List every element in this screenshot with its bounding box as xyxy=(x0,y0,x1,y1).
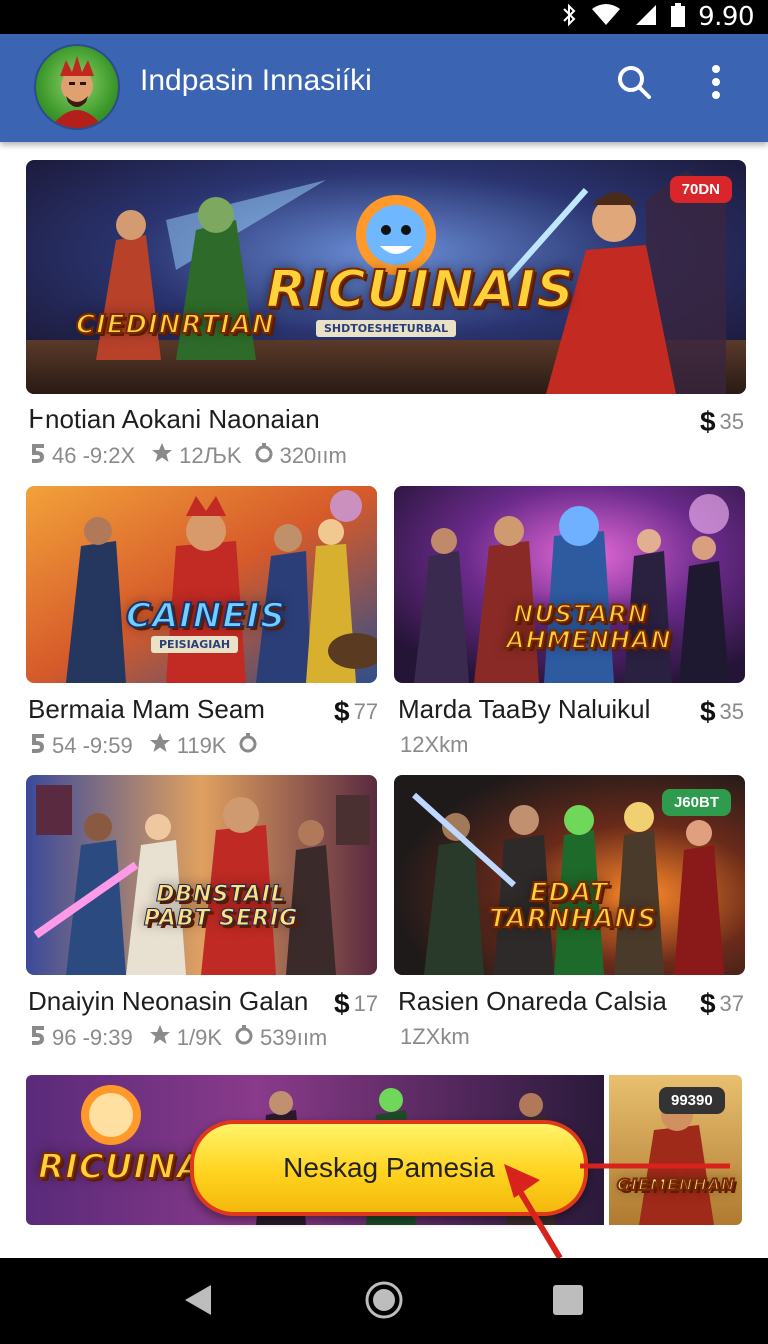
bluetooth-icon xyxy=(560,3,578,32)
game-art-subtitle: PEISIAGIAH xyxy=(151,636,239,653)
game-meta: 1ZXkm xyxy=(400,1024,470,1049)
star-icon xyxy=(149,732,171,760)
download-icon xyxy=(30,732,46,760)
game-title[interactable]: Rasien Onareda Calsia xyxy=(398,986,667,1017)
game-art-title: NUSTARN AHMENHAN xyxy=(505,600,672,654)
clock-icon xyxy=(234,1024,254,1052)
recents-button[interactable] xyxy=(544,1278,592,1326)
recents-square-icon xyxy=(552,1284,584,1321)
avatar[interactable] xyxy=(34,44,120,130)
game-title[interactable]: Ͱnotian Aokani Naonaian xyxy=(28,404,320,435)
game-list: RICUINAIS SHDTOESHETURBAL CIEDINRTIAN 70… xyxy=(0,142,768,1258)
game-title[interactable]: Dnaiyin Neonasin Galan xyxy=(28,986,308,1017)
coin-icon: $ xyxy=(699,988,716,1019)
game-card-banner[interactable]: DBNSTAIL PABT SERIG xyxy=(26,775,377,975)
game-badge: 70DN xyxy=(669,176,732,203)
overflow-menu-button[interactable] xyxy=(692,60,740,108)
download-icon xyxy=(30,442,46,470)
search-icon xyxy=(615,63,653,106)
promo-badge: 99390 xyxy=(659,1087,725,1114)
clock-icon xyxy=(238,732,258,760)
status-bar: 9.90 xyxy=(0,0,768,34)
game-art-title: DBNSTAIL PABT SERIG xyxy=(143,882,299,931)
game-card-banner[interactable]: RICUINAIS SHDTOESHETURBAL CIEDINRTIAN 70… xyxy=(26,160,746,394)
game-title[interactable]: Marda TaaBy Naluikul xyxy=(398,694,650,725)
game-art-title: EDAT TARNHANS xyxy=(488,878,657,934)
game-price: $35 xyxy=(699,406,744,437)
back-button[interactable] xyxy=(174,1278,222,1326)
game-art-title: RICUINAIS xyxy=(265,259,575,321)
battery-icon xyxy=(670,2,686,33)
star-icon xyxy=(151,442,173,470)
game-card-banner[interactable]: EDAT TARNHANS J60BT xyxy=(394,775,745,975)
game-art xyxy=(26,486,377,683)
more-vert-icon xyxy=(711,64,721,105)
game-price: $17 xyxy=(334,988,379,1019)
game-art xyxy=(26,775,377,975)
game-meta: 54 -9:59 119K xyxy=(30,732,258,760)
game-meta: 12Xkm xyxy=(400,732,469,757)
game-art-title: CAINEIS xyxy=(125,595,286,637)
home-circle-icon xyxy=(364,1280,404,1325)
game-art-subtitle: SHDTOESHETURBAL xyxy=(316,320,457,337)
game-price: $37 xyxy=(699,988,744,1019)
app-bar: Indpasin Innasiíki xyxy=(0,34,768,142)
game-card-banner[interactable]: NUSTARN AHMENHAN xyxy=(394,486,745,683)
coin-icon: $ xyxy=(699,696,716,727)
app-title: Indpasin Innasiíki xyxy=(140,64,372,97)
coin-icon: $ xyxy=(334,696,350,727)
star-icon xyxy=(149,1024,171,1052)
signal-icon xyxy=(634,3,658,32)
back-triangle-icon xyxy=(183,1283,213,1322)
game-badge: J60BT xyxy=(661,789,731,816)
game-art-left-title: CIEDINRTIAN xyxy=(75,309,275,341)
download-icon xyxy=(30,1024,46,1052)
search-button[interactable] xyxy=(610,60,658,108)
game-card-banner[interactable]: CAINEIS PEISIAGIAH xyxy=(26,486,377,683)
game-meta: 96 -9:39 1/9K 539ıım xyxy=(30,1024,327,1052)
clock-icon xyxy=(254,442,274,470)
coin-icon: $ xyxy=(334,988,350,1019)
game-title[interactable]: Bermaia Mam Seam xyxy=(28,694,265,725)
game-price: $35 xyxy=(699,696,744,727)
navigation-bar xyxy=(0,1258,768,1344)
coin-icon: $ xyxy=(699,406,716,437)
clock: 9.90 xyxy=(698,2,754,32)
game-price: $77 xyxy=(334,696,379,727)
home-button[interactable] xyxy=(360,1278,408,1326)
wifi-icon xyxy=(590,3,622,32)
game-meta: 46 -9:2X 12ЉK 320ıım xyxy=(30,442,347,470)
pointer-arrow-icon xyxy=(504,1163,730,1258)
